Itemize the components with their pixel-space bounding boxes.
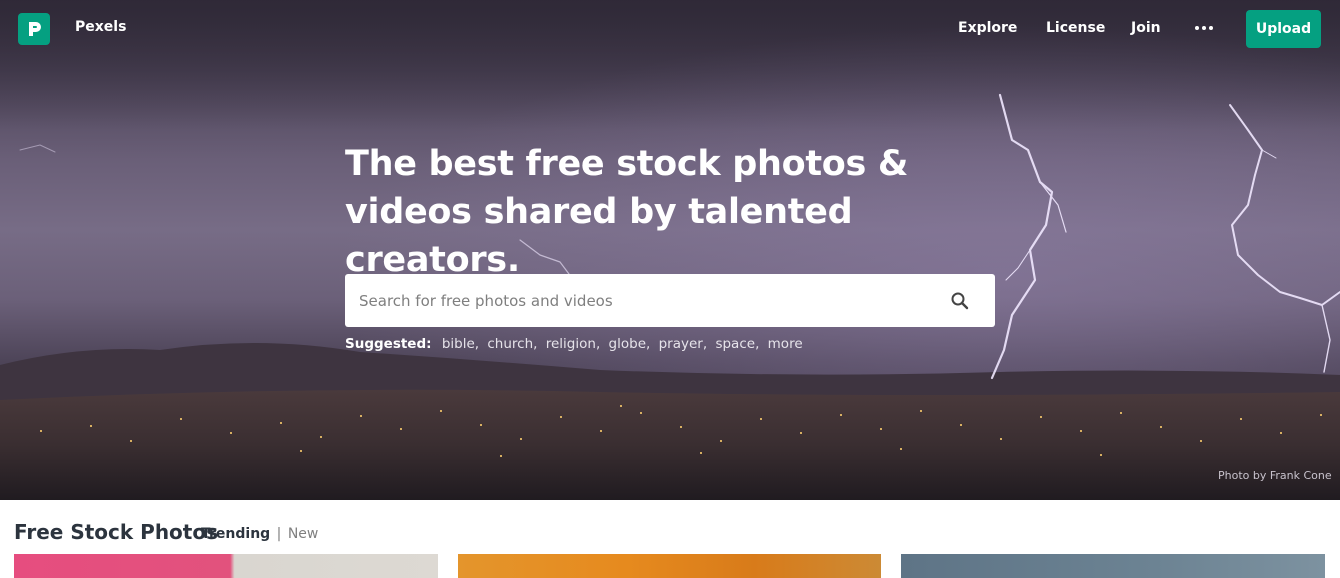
search-input[interactable] — [359, 288, 929, 314]
brand-name[interactable]: Pexels — [75, 19, 126, 35]
photo-credit[interactable]: Photo by Frank Cone — [1218, 469, 1332, 482]
photo-thumbnail[interactable] — [901, 554, 1325, 578]
suggested-link-religion[interactable]: religion — [546, 336, 596, 352]
upload-button[interactable]: Upload — [1246, 10, 1321, 48]
filter-new[interactable]: New — [288, 526, 319, 542]
nav-link-join[interactable]: Join — [1131, 20, 1161, 36]
nav-link-explore[interactable]: Explore — [958, 20, 1017, 36]
hero-banner: Pexels Explore License Join Upload The b… — [0, 0, 1340, 500]
search-box — [345, 274, 995, 327]
suggested-link-prayer[interactable]: prayer — [659, 336, 703, 352]
suggested-link-globe[interactable]: globe — [609, 336, 646, 352]
section-title: Free Stock Photos — [14, 520, 219, 544]
suggested-link-more[interactable]: more — [768, 336, 803, 352]
filter-separator: | — [276, 526, 282, 542]
nav-link-license[interactable]: License — [1046, 20, 1105, 36]
photo-filter: Trending | New — [201, 526, 318, 542]
search-icon[interactable] — [949, 290, 971, 312]
suggested-link-bible[interactable]: bible — [442, 336, 475, 352]
pexels-logo-icon[interactable] — [18, 13, 50, 45]
suggested-searches: Suggested: bible, church, religion, glob… — [345, 336, 803, 352]
suggested-link-space[interactable]: space — [715, 336, 755, 352]
suggested-label: Suggested: — [345, 336, 432, 352]
top-navigation: Pexels Explore License Join Upload — [0, 0, 1340, 58]
filter-trending[interactable]: Trending — [201, 526, 270, 542]
photo-thumbnail[interactable] — [458, 554, 881, 578]
suggested-link-church[interactable]: church — [487, 336, 533, 352]
hero-headline: The best free stock photos & videos shar… — [345, 144, 909, 280]
more-dots-icon[interactable] — [1193, 18, 1215, 38]
photo-thumbnail[interactable] — [14, 554, 438, 578]
